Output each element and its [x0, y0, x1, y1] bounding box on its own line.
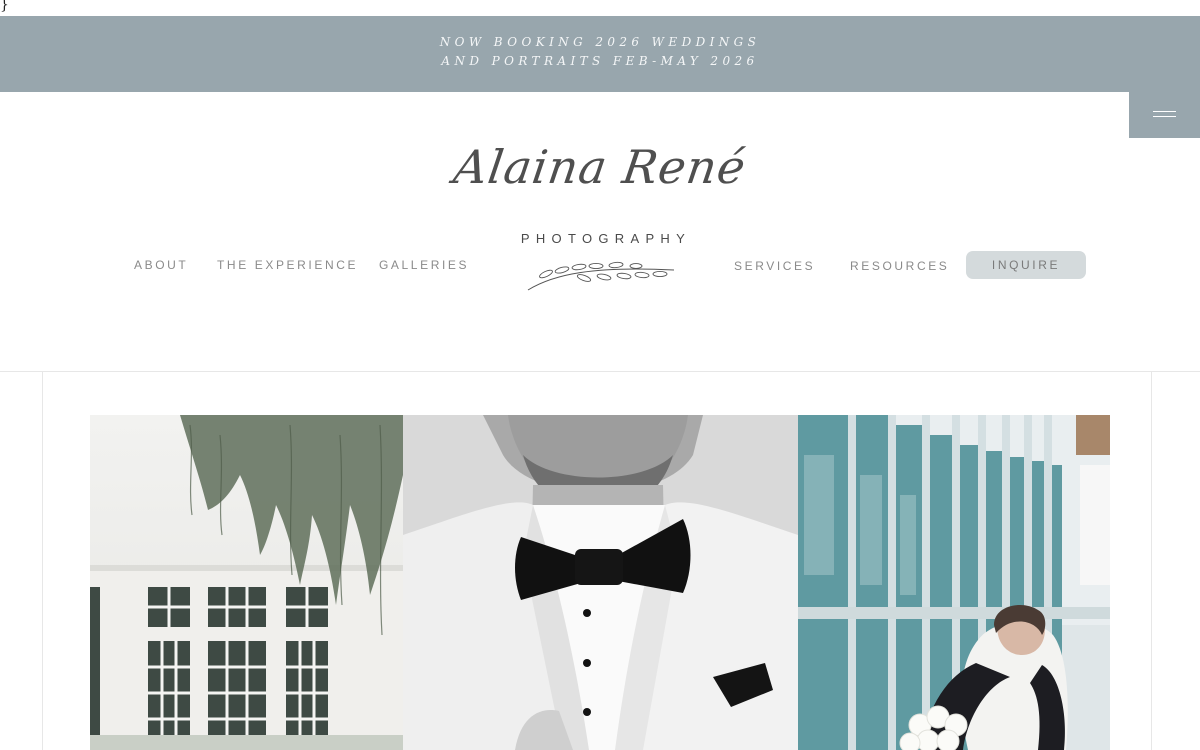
logo-subtitle: PHOTOGRAPHY	[520, 231, 692, 246]
laurel-branch-icon	[527, 261, 675, 291]
nav-about[interactable]: ABOUT	[134, 258, 188, 272]
logo-script-name: Alaina René	[450, 140, 750, 194]
hamburger-icon	[1153, 111, 1176, 112]
content-left-border	[42, 371, 43, 750]
menu-button[interactable]	[1129, 92, 1200, 138]
announcement-line-2: AND PORTRAITS FEB-MAY 2026	[441, 54, 759, 68]
nav-resources[interactable]: RESOURCES	[850, 259, 949, 273]
announcement-line-1: NOW BOOKING 2026 WEDDINGS	[439, 35, 761, 49]
gallery-photo-building[interactable]	[90, 415, 403, 750]
content-top-divider	[0, 371, 1200, 372]
announcement-bar: NOW BOOKING 2026 WEDDINGS AND PORTRAITS …	[0, 16, 1200, 92]
nav-the-experience[interactable]: THE EXPERIENCE	[217, 258, 358, 272]
gallery-photo-groom[interactable]	[403, 415, 798, 750]
gallery-photo-couple[interactable]	[798, 415, 1110, 750]
content-right-border	[1151, 371, 1152, 750]
stray-text: }	[0, 0, 9, 13]
site-logo[interactable]: Alaina René PHOTOGRAPHY	[440, 140, 760, 300]
hamburger-icon-line	[1153, 116, 1176, 117]
inquire-button[interactable]: INQUIRE	[966, 251, 1086, 279]
